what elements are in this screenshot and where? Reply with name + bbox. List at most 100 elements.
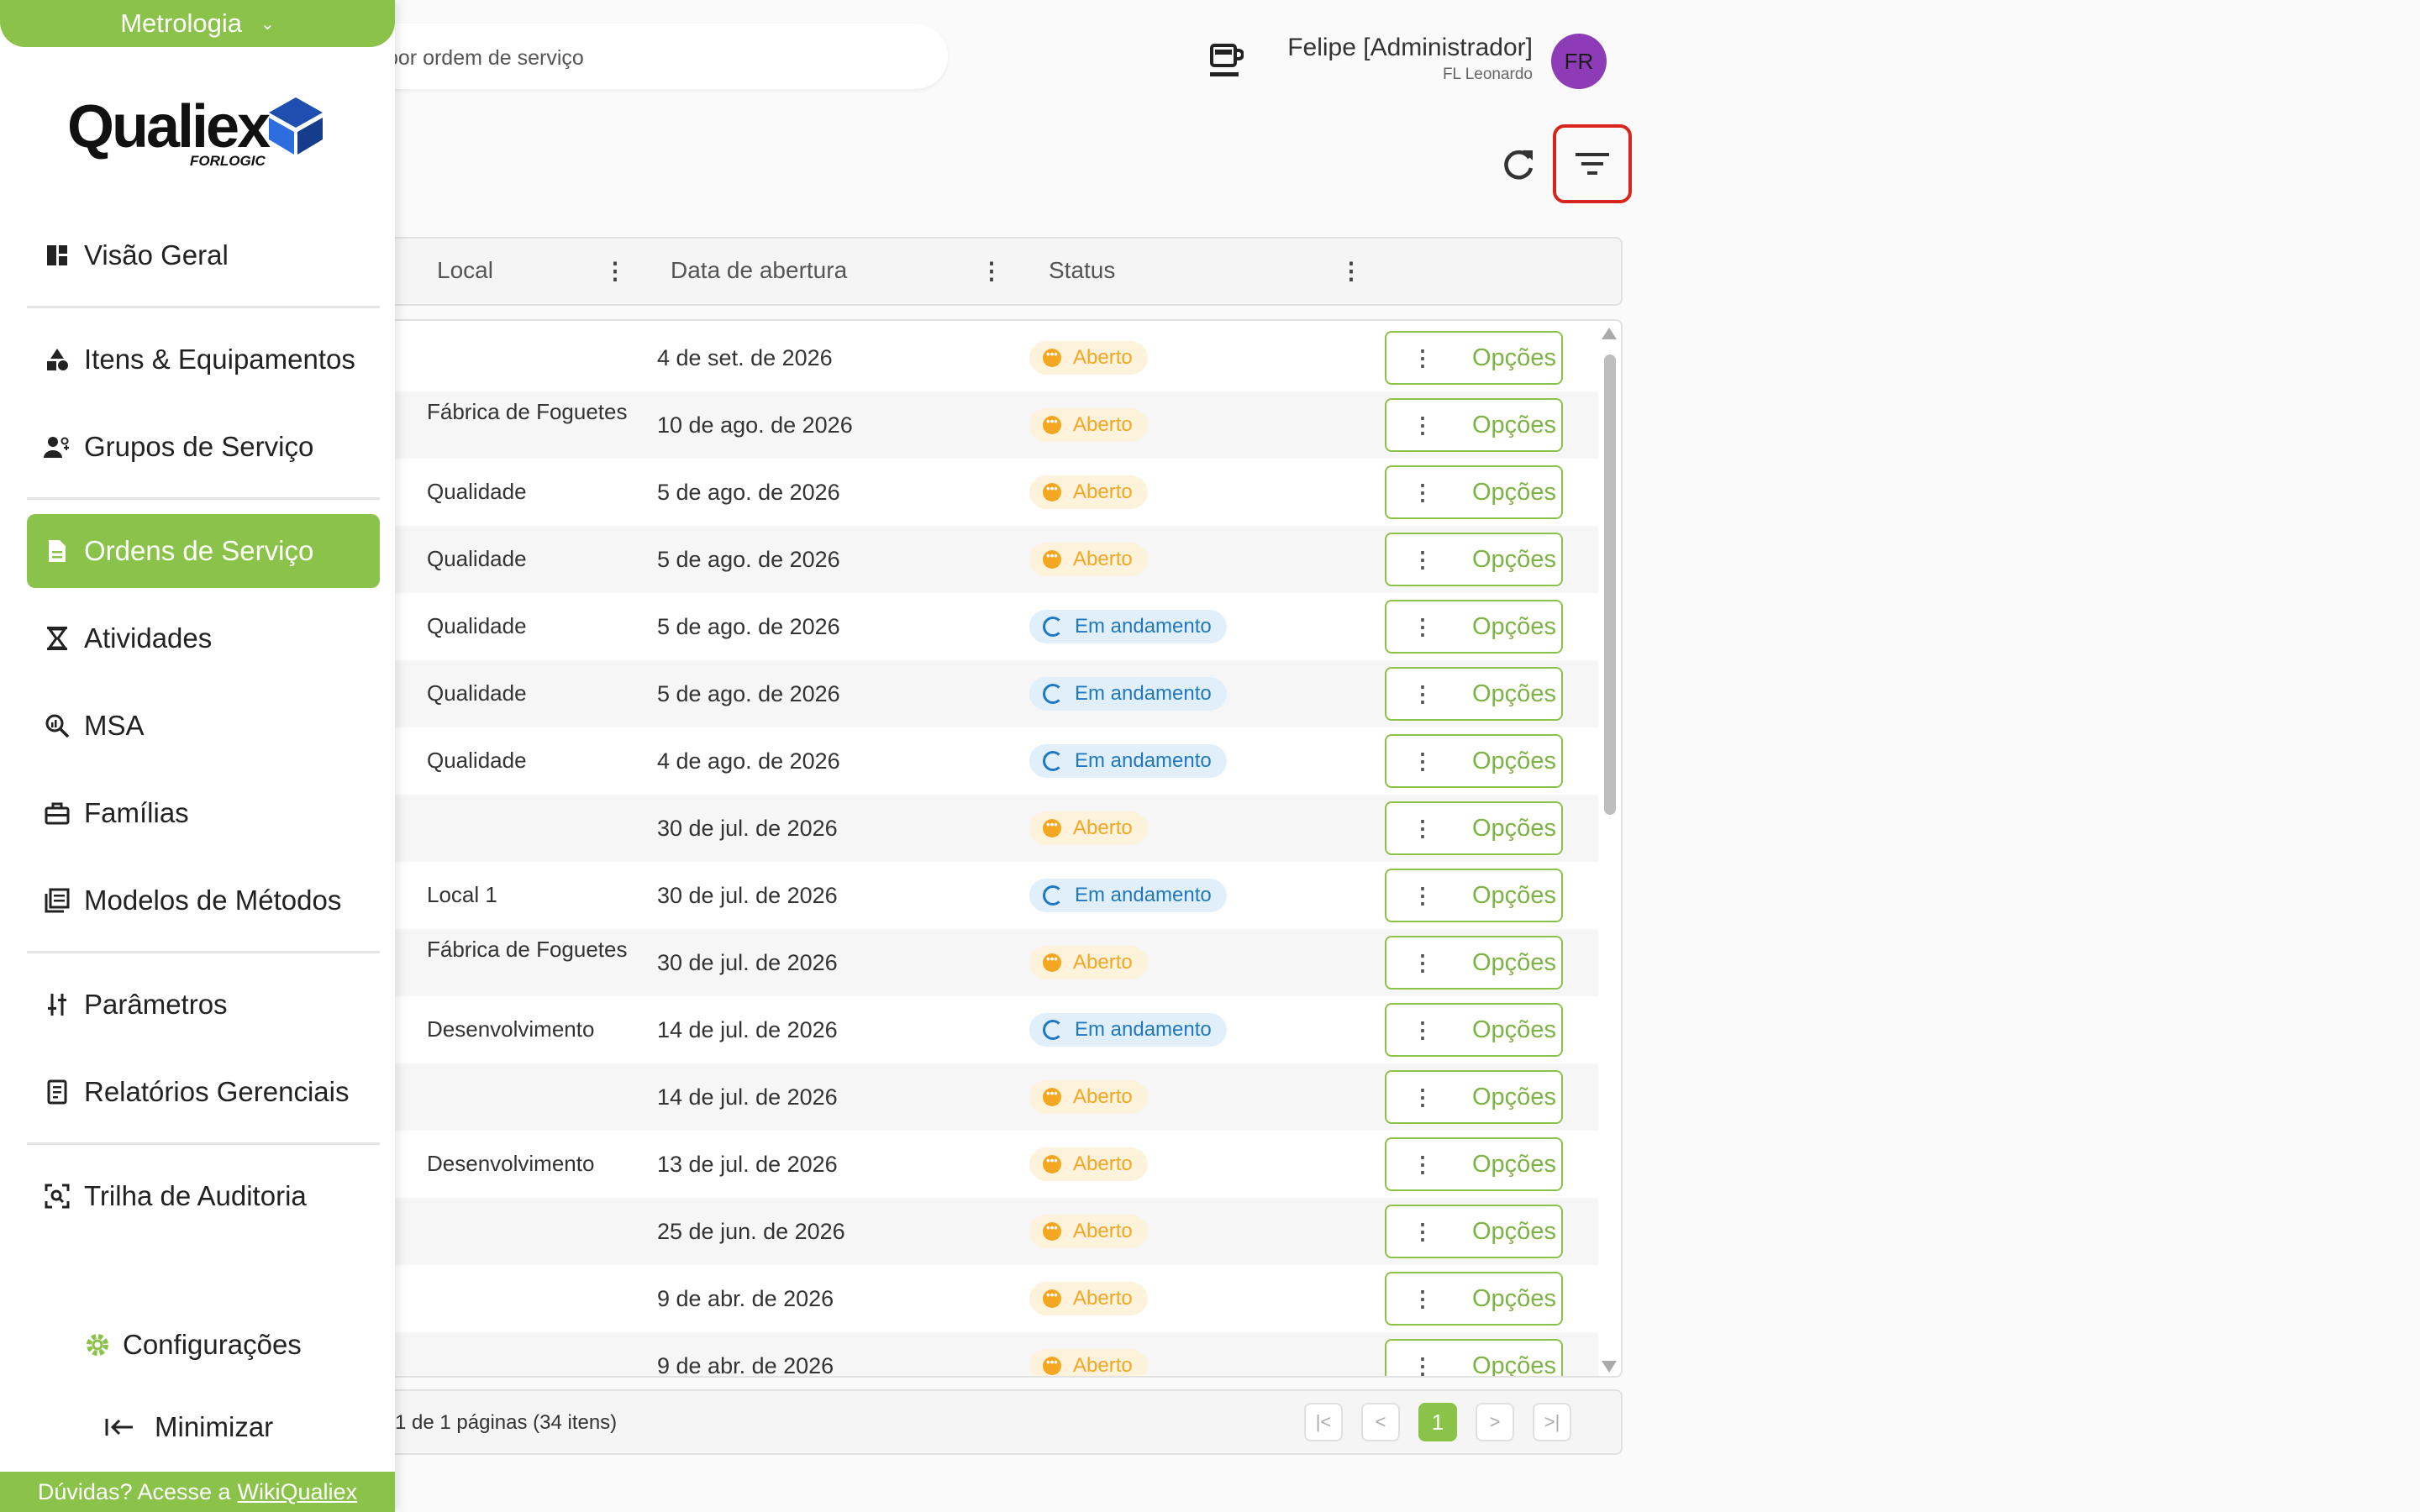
status-label: Aberto xyxy=(1073,1085,1133,1108)
column-menu-local-icon[interactable]: ⋮ xyxy=(603,257,627,285)
user-organization: FL Leonardo xyxy=(1442,66,1533,83)
minimize-button[interactable]: Minimizar xyxy=(104,1411,273,1443)
table-row[interactable]: Qualidade 5 de ago. de 2026 Em andamento ⋮ O… xyxy=(338,660,1598,727)
sidebar-item-familias[interactable]: Famílias xyxy=(27,776,380,850)
dashboard-icon xyxy=(40,239,74,272)
table-row[interactable]: Desenvolvimento 13 de jul. de 2026 ••• Aber… xyxy=(338,1131,1598,1198)
status-badge: ••• Aberto xyxy=(1029,341,1148,375)
options-button[interactable]: ⋮ Opções xyxy=(1385,734,1563,788)
more-vertical-icon: ⋮ xyxy=(1412,613,1434,639)
options-button[interactable]: ⋮ Opções xyxy=(1385,936,1563,990)
column-header-status[interactable]: Status xyxy=(1049,257,1115,284)
settings-button[interactable]: Configurações xyxy=(84,1329,302,1361)
options-button[interactable]: ⋮ Opções xyxy=(1385,465,1563,519)
sidebar-item-label: MSA xyxy=(84,710,145,741)
library-icon xyxy=(40,884,74,917)
options-button[interactable]: ⋮ Opções xyxy=(1385,1137,1563,1191)
options-button[interactable]: ⋮ Opções xyxy=(1385,1070,1563,1124)
table-row[interactable]: 9 de abr. de 2026 ••• Aberto ⋮ Opções xyxy=(338,1332,1598,1378)
more-vertical-icon: ⋮ xyxy=(1412,344,1434,370)
options-button[interactable]: ⋮ Opções xyxy=(1385,1272,1563,1326)
column-menu-status-icon[interactable]: ⋮ xyxy=(1339,257,1363,285)
pagination-summary: 1 de 1 páginas (34 itens) xyxy=(395,1411,618,1434)
next-page-button[interactable]: > xyxy=(1476,1403,1514,1441)
last-page-button[interactable]: >| xyxy=(1533,1403,1571,1441)
table-row[interactable]: Qualidade 5 de ago. de 2026 ••• Aberto ⋮ Opçõ… xyxy=(338,526,1598,593)
table-row[interactable]: Qualidade 5 de ago. de 2026 Em andamento ⋮ O… xyxy=(338,593,1598,660)
table-row[interactable]: 9 de abr. de 2026 ••• Aberto ⋮ Opções xyxy=(338,1265,1598,1332)
minimize-label: Minimizar xyxy=(155,1411,274,1442)
sidebar-item-trilha-auditoria[interactable]: Trilha de Auditoria xyxy=(27,1159,380,1233)
cell-local: Desenvolvimento xyxy=(427,1016,595,1042)
cell-data-abertura: 5 de ago. de 2026 xyxy=(657,547,840,572)
ellipsis-circle-icon: ••• xyxy=(1043,349,1061,367)
progress-spinner-icon xyxy=(1043,617,1063,637)
report-icon xyxy=(40,1075,74,1109)
options-button[interactable]: ⋮ Opções xyxy=(1385,667,1563,721)
table-row[interactable]: 14 de jul. de 2026 ••• Aberto ⋮ Opções xyxy=(338,1063,1598,1131)
table-row[interactable]: 4 de set. de 2026 ••• Aberto ⋮ Opções xyxy=(338,324,1598,391)
status-label: Aberto xyxy=(1073,413,1133,436)
first-page-button[interactable]: |< xyxy=(1304,1403,1343,1441)
table-row[interactable]: 25 de jun. de 2026 ••• Aberto ⋮ Opções xyxy=(338,1198,1598,1265)
wiki-link[interactable]: WikiQualiex xyxy=(238,1479,358,1505)
ellipsis-circle-icon: ••• xyxy=(1043,1222,1061,1241)
options-button[interactable]: ⋮ Opções xyxy=(1385,600,1563,654)
ellipsis-circle-icon: ••• xyxy=(1043,1289,1061,1308)
sidebar-item-relatorios-gerenciais[interactable]: Relatórios Gerenciais xyxy=(27,1055,380,1129)
sidebar-item-itens-equipamentos[interactable]: Itens & Equipamentos xyxy=(27,323,380,396)
more-vertical-icon: ⋮ xyxy=(1412,1016,1434,1042)
options-label: Opções xyxy=(1472,1284,1556,1312)
table-row[interactable]: Qualidade 5 de ago. de 2026 ••• Aberto ⋮ Opçõ… xyxy=(338,459,1598,526)
scroll-down-icon[interactable] xyxy=(1602,1361,1617,1373)
options-button[interactable]: ⋮ Opções xyxy=(1385,533,1563,586)
refresh-icon[interactable] xyxy=(1499,146,1538,185)
filter-button[interactable] xyxy=(1553,124,1632,203)
table-row[interactable]: Fábrica de Foguetes 30 de jul. de 2026 •••… xyxy=(338,929,1598,996)
column-header-data-abertura[interactable]: Data de abertura xyxy=(671,257,847,284)
coffee-cup-icon[interactable] xyxy=(1207,40,1244,81)
search-input[interactable]: por ordem de serviço xyxy=(353,24,948,89)
table-row[interactable]: 30 de jul. de 2026 ••• Aberto ⋮ Opções xyxy=(338,795,1598,862)
sidebar-item-label: Itens & Equipamentos xyxy=(84,344,355,375)
sidebar-item-atividades[interactable]: Atividades xyxy=(27,601,380,675)
options-button[interactable]: ⋮ Opções xyxy=(1385,869,1563,922)
more-vertical-icon: ⋮ xyxy=(1412,882,1434,908)
cell-local: Qualidade xyxy=(427,748,527,773)
table-row[interactable]: Local 1 30 de jul. de 2026 Em andamento ⋮ Op… xyxy=(338,862,1598,929)
options-label: Opções xyxy=(1472,948,1556,976)
more-vertical-icon: ⋮ xyxy=(1412,1084,1434,1110)
cell-data-abertura: 9 de abr. de 2026 xyxy=(657,1286,834,1311)
scrollbar-thumb[interactable] xyxy=(1604,354,1616,815)
prev-page-button[interactable]: < xyxy=(1361,1403,1400,1441)
more-vertical-icon: ⋮ xyxy=(1412,1352,1434,1378)
column-menu-data-icon[interactable]: ⋮ xyxy=(980,257,1003,285)
table-row[interactable]: Fábrica de Foguetes 10 de ago. de 2026 •••… xyxy=(338,391,1598,459)
status-label: Aberto xyxy=(1073,548,1133,570)
status-badge: ••• Aberto xyxy=(1029,1349,1148,1376)
sidebar-item-grupos-servico[interactable]: Grupos de Serviço xyxy=(27,410,380,484)
current-page-button[interactable]: 1 xyxy=(1418,1403,1457,1441)
options-button[interactable]: ⋮ Opções xyxy=(1385,398,1563,452)
options-button[interactable]: ⋮ Opções xyxy=(1385,1339,1563,1378)
status-badge: Em andamento xyxy=(1029,744,1227,778)
options-button[interactable]: ⋮ Opções xyxy=(1385,1003,1563,1057)
sidebar-item-modelos-metodos[interactable]: Modelos de Métodos xyxy=(27,864,380,937)
options-button[interactable]: ⋮ Opções xyxy=(1385,801,1563,855)
ellipsis-circle-icon: ••• xyxy=(1043,483,1061,501)
sidebar-item-msa[interactable]: MSA xyxy=(27,689,380,763)
more-vertical-icon: ⋮ xyxy=(1412,748,1434,774)
options-button[interactable]: ⋮ Opções xyxy=(1385,331,1563,385)
table-row[interactable]: Desenvolvimento 14 de jul. de 2026 Em anda… xyxy=(338,996,1598,1063)
sidebar-item-label: Trilha de Auditoria xyxy=(84,1180,307,1211)
sidebar-item-ordens-servico[interactable]: Ordens de Serviço xyxy=(27,514,380,588)
sidebar-item-visao-geral[interactable]: Visão Geral xyxy=(27,218,380,292)
module-selector[interactable]: Metrologia ⌄ xyxy=(0,0,395,47)
options-button[interactable]: ⋮ Opções xyxy=(1385,1205,1563,1258)
sidebar-item-parametros[interactable]: Parâmetros xyxy=(27,968,380,1042)
table-row[interactable]: Qualidade 4 de ago. de 2026 Em andamento ⋮ O… xyxy=(338,727,1598,795)
column-header-local[interactable]: Local xyxy=(437,257,493,284)
help-banner: Dúvidas? Acesse a WikiQualiex xyxy=(0,1472,395,1512)
scroll-up-icon[interactable] xyxy=(1602,328,1617,339)
avatar[interactable]: FR xyxy=(1551,34,1607,89)
